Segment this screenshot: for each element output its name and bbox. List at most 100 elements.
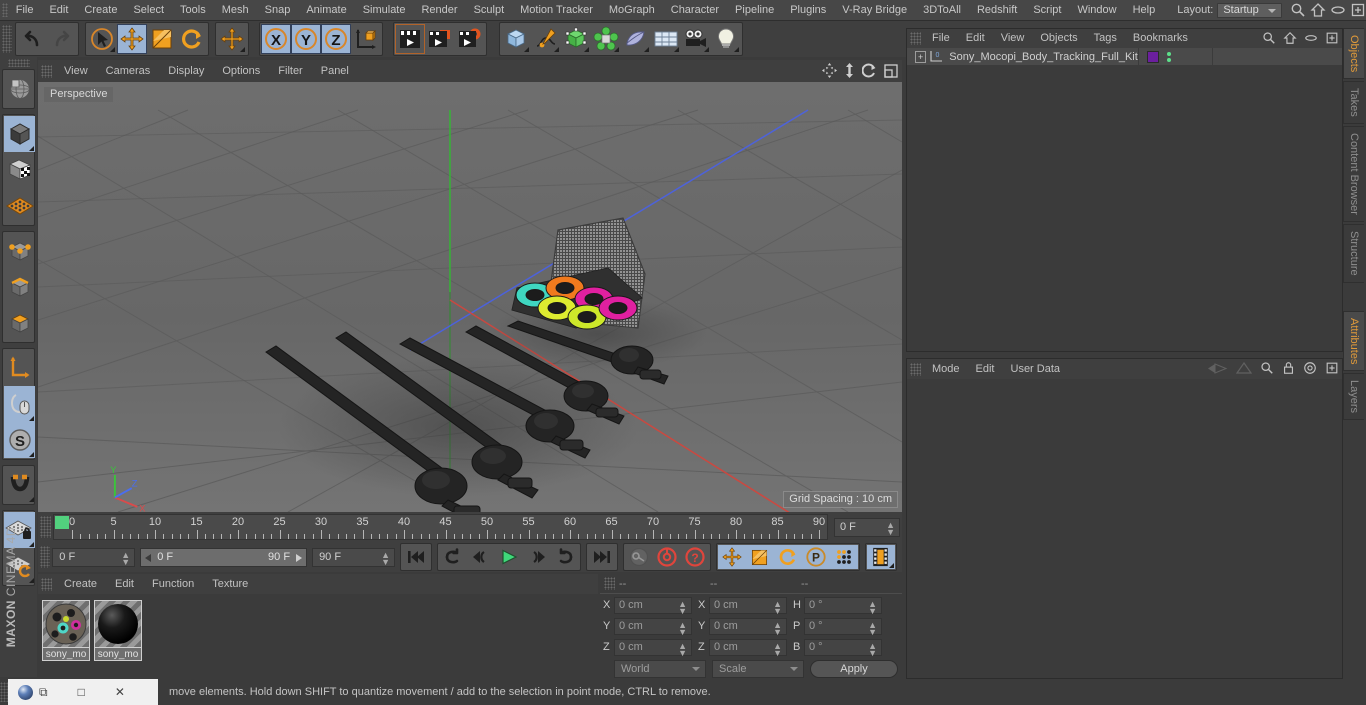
- render-view-button[interactable]: [395, 24, 425, 54]
- visibility-dots-icon[interactable]: [1166, 51, 1171, 62]
- menu-character[interactable]: Character: [663, 0, 727, 21]
- previous-keyframe-button[interactable]: [439, 545, 467, 569]
- current-frame-marker[interactable]: [55, 516, 69, 529]
- move-tool[interactable]: [117, 24, 147, 54]
- add-spline-button[interactable]: [531, 24, 561, 54]
- tab-takes[interactable]: Takes: [1343, 81, 1364, 125]
- object-menu-objects[interactable]: Objects: [1032, 29, 1085, 48]
- live-selection-tool[interactable]: [87, 24, 117, 54]
- make-editable-button[interactable]: [4, 71, 35, 107]
- spinner-icon[interactable]: ▲ ▼: [868, 599, 877, 615]
- material-menu-create[interactable]: Create: [55, 574, 106, 594]
- layout-dropdown[interactable]: Startup: [1217, 2, 1282, 18]
- soft-selection-button[interactable]: S: [4, 422, 35, 458]
- object-menu-tags[interactable]: Tags: [1086, 29, 1125, 48]
- object-menu-file[interactable]: File: [924, 29, 958, 48]
- material-menu-edit[interactable]: Edit: [106, 574, 143, 594]
- material-menu-texture[interactable]: Texture: [203, 574, 257, 594]
- keyframe-selection-button[interactable]: ?: [681, 545, 709, 569]
- dolly-icon[interactable]: [844, 63, 855, 83]
- play-button[interactable]: [495, 545, 523, 569]
- add-generator-button[interactable]: [561, 24, 591, 54]
- menu-create[interactable]: Create: [76, 0, 125, 21]
- menu-select[interactable]: Select: [125, 0, 172, 21]
- attributes-menu-mode[interactable]: Mode: [924, 359, 968, 379]
- next-arrow-icon[interactable]: [1235, 361, 1253, 380]
- coord-field-pos-x[interactable]: 0 cm ▲ ▼: [614, 596, 692, 615]
- add-light-button[interactable]: [711, 24, 741, 54]
- spinner-icon[interactable]: ▲ ▼: [678, 641, 687, 657]
- scale-key-button[interactable]: [745, 545, 774, 569]
- layer-color-swatch[interactable]: [1146, 50, 1159, 63]
- coord-field-size-y[interactable]: 0 cm ▲ ▼: [709, 617, 787, 636]
- object-menu-edit[interactable]: Edit: [958, 29, 993, 48]
- animation-mode-button[interactable]: [866, 545, 895, 569]
- object-menu-bookmarks[interactable]: Bookmarks: [1125, 29, 1196, 48]
- model-mode-button[interactable]: [4, 116, 35, 152]
- render-to-picture-viewer-button[interactable]: [425, 24, 455, 54]
- menu-animate[interactable]: Animate: [298, 0, 354, 21]
- object-menu-view[interactable]: View: [993, 29, 1033, 48]
- timeline-frame-field[interactable]: 0 F ▲ ▼: [834, 517, 900, 537]
- record-active-objects-button[interactable]: [625, 545, 653, 569]
- search-icon[interactable]: [1290, 2, 1306, 18]
- points-mode-button[interactable]: [4, 233, 35, 269]
- z-axis-lock-button[interactable]: Z: [321, 24, 351, 54]
- tab-layers[interactable]: Layers: [1343, 373, 1364, 421]
- step-back-button[interactable]: [467, 545, 495, 569]
- tab-objects[interactable]: Objects: [1343, 28, 1364, 80]
- viewport-menu-filter[interactable]: Filter: [269, 60, 311, 82]
- rotate-icon[interactable]: [861, 63, 877, 83]
- workplane-mode-button[interactable]: [4, 188, 35, 224]
- minimize-icon[interactable]: ⧉: [39, 685, 48, 700]
- texture-mode-button[interactable]: [4, 152, 35, 188]
- material-item[interactable]: sony_mo: [42, 600, 90, 661]
- current-frame-field[interactable]: 0 F ▲ ▼: [52, 547, 136, 567]
- add-deformer-button[interactable]: [591, 24, 621, 54]
- table-row[interactable]: + 0 Sony_Mocopi_Body_Tracking_Full_Kit: [907, 47, 1342, 66]
- tab-attributes[interactable]: Attributes: [1343, 310, 1364, 372]
- coord-field-rot-p[interactable]: 0 ° ▲ ▼: [804, 617, 882, 636]
- undo-button[interactable]: [17, 24, 47, 54]
- viewport-menu-display[interactable]: Display: [159, 60, 213, 82]
- timeline-grip[interactable]: [40, 516, 51, 538]
- menu-edit[interactable]: Edit: [41, 0, 76, 21]
- menu-help[interactable]: Help: [1125, 0, 1164, 21]
- menu-motion-tracker[interactable]: Motion Tracker: [512, 0, 601, 21]
- tab-structure[interactable]: Structure: [1343, 223, 1364, 283]
- menu-mesh[interactable]: Mesh: [214, 0, 257, 21]
- spinner-icon[interactable]: ▲ ▼: [773, 641, 782, 657]
- parameter-key-button[interactable]: P: [801, 545, 830, 569]
- add-scene-object-button[interactable]: [621, 24, 651, 54]
- range-left-arrow-icon[interactable]: [145, 553, 152, 562]
- maximize-icon[interactable]: [884, 63, 898, 83]
- attributes-grip[interactable]: [910, 362, 921, 376]
- menu-window[interactable]: Window: [1069, 0, 1124, 21]
- spinner-icon[interactable]: ▲ ▼: [868, 641, 877, 657]
- spinner-icon[interactable]: ▲ ▼: [886, 520, 895, 536]
- go-to-start-button[interactable]: [402, 545, 430, 569]
- add-cube-button[interactable]: [501, 24, 531, 54]
- target-icon[interactable]: [1303, 361, 1317, 380]
- enable-snapping-button[interactable]: [4, 386, 35, 422]
- spinner-icon[interactable]: ▲ ▼: [678, 599, 687, 615]
- menu-file[interactable]: File: [8, 0, 42, 21]
- rotate-tool[interactable]: [177, 24, 207, 54]
- viewport-menu-view[interactable]: View: [55, 60, 97, 82]
- material-menubar-grip[interactable]: [41, 577, 52, 591]
- attributes-menu-user-data[interactable]: User Data: [1003, 359, 1069, 379]
- menubar-grip[interactable]: [2, 3, 8, 17]
- attributes-menu-edit[interactable]: Edit: [968, 359, 1003, 379]
- scale-tool[interactable]: [147, 24, 177, 54]
- autokeying-button[interactable]: [653, 545, 681, 569]
- point-level-animation-button[interactable]: [829, 545, 858, 569]
- menu-snap[interactable]: Snap: [257, 0, 299, 21]
- coordinate-mode-dropdown[interactable]: Scale: [712, 660, 804, 678]
- viewport-menu-panel[interactable]: Panel: [312, 60, 358, 82]
- attributes-body[interactable]: [907, 379, 1342, 678]
- timeline-ruler[interactable]: 0 5 10 15 20 25 30 35 40 45 50 55 60 65 70 75 80 85 90: [53, 514, 828, 540]
- cinema4d-ball-icon[interactable]: [18, 684, 33, 700]
- material-thumbnail[interactable]: [94, 600, 142, 648]
- tab-content-browser[interactable]: Content Browser: [1343, 126, 1364, 222]
- ellipse-layout-icon[interactable]: [1330, 2, 1346, 18]
